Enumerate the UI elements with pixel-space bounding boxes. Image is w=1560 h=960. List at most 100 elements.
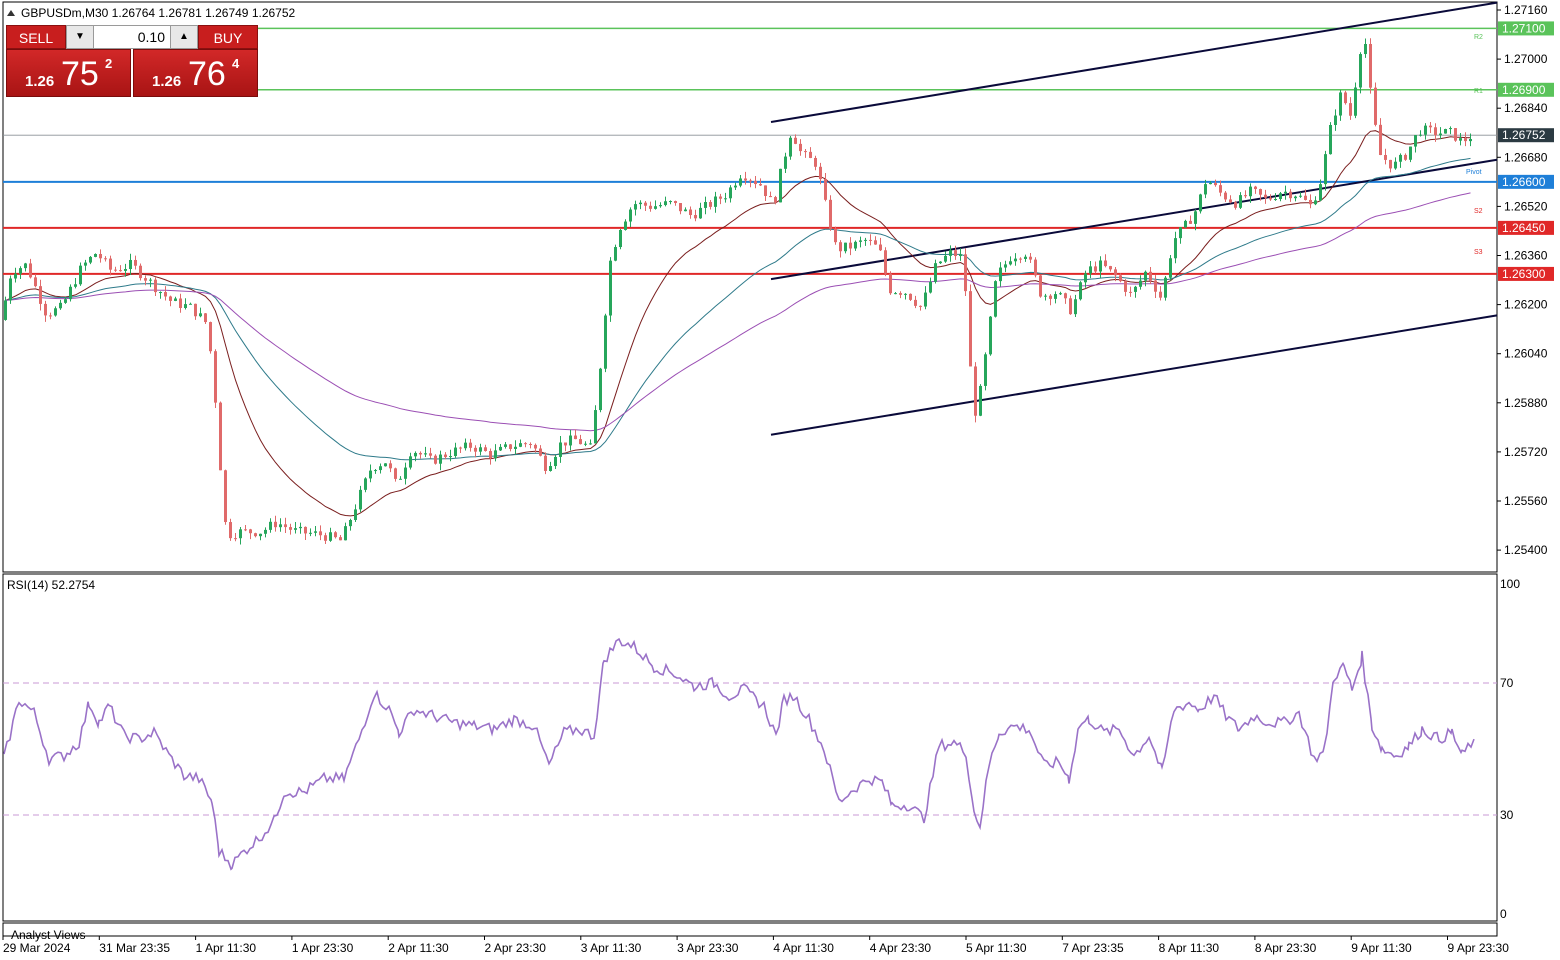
candle-body	[234, 538, 237, 540]
candle-body	[1244, 195, 1247, 197]
candle-body	[1419, 134, 1422, 136]
candle-body	[484, 447, 487, 452]
price-tick-label: 1.26680	[1504, 150, 1548, 164]
candle-body	[409, 456, 412, 468]
candle-body	[289, 527, 292, 530]
candle-body	[1299, 195, 1302, 197]
candle-body	[1224, 192, 1227, 200]
price-tick-label: 1.27160	[1504, 3, 1548, 17]
candle-body	[679, 203, 682, 212]
candle-body	[1094, 266, 1097, 272]
candle-body	[1144, 271, 1147, 281]
price-tick-label: 1.26520	[1504, 199, 1548, 213]
candle-body	[469, 442, 472, 448]
candle-body	[1034, 259, 1037, 276]
candle-body	[664, 201, 667, 206]
candle-body	[144, 278, 147, 281]
candle-body	[774, 197, 777, 203]
candle-body	[1214, 183, 1217, 186]
candle-body	[1334, 115, 1337, 125]
candle-body	[1434, 127, 1437, 136]
candle-body	[54, 308, 57, 316]
candle-body	[804, 151, 807, 153]
candle-body	[1469, 138, 1472, 142]
price-tick-label: 1.25560	[1504, 494, 1548, 508]
candle-body	[1044, 295, 1047, 297]
candle-body	[644, 202, 647, 206]
candle-body	[319, 531, 322, 536]
candle-body	[1029, 256, 1032, 260]
tag-s2: S2	[1474, 208, 1483, 215]
candle-body	[779, 168, 782, 203]
candle-body	[1024, 256, 1027, 259]
candle-body	[1454, 128, 1457, 141]
candle-body	[429, 453, 432, 456]
buy-price-button[interactable]: 1.26 76 4	[133, 49, 258, 97]
rsi-tick-label: 30	[1500, 808, 1514, 822]
candle-body	[874, 240, 877, 245]
sell-price-button[interactable]: 1.26 75 2	[6, 49, 131, 97]
candle-body	[584, 443, 587, 445]
time-tick-label: 1 Apr 23:30	[292, 941, 354, 955]
candle-body	[744, 178, 747, 181]
candle-body	[1124, 281, 1127, 292]
candle-body	[879, 244, 882, 251]
collapse-arrow-icon[interactable]	[7, 10, 15, 16]
candle-body	[1194, 211, 1197, 224]
chart-area[interactable]: 1.271601.270001.268401.266801.265201.263…	[0, 0, 1560, 960]
candle-body	[1174, 238, 1177, 259]
candle-body	[549, 466, 552, 471]
candle-body	[1179, 227, 1182, 239]
candle-body	[1314, 200, 1317, 205]
candle-body	[634, 204, 637, 210]
candle-body	[1394, 161, 1397, 169]
candle-body	[174, 298, 177, 301]
candle-body	[864, 239, 867, 241]
candle-body	[1089, 266, 1092, 274]
candle-body	[699, 207, 702, 219]
candle-body	[184, 304, 187, 309]
candle-body	[229, 522, 232, 539]
candle-body	[739, 178, 742, 186]
candle-body	[134, 259, 137, 266]
candle-body	[509, 444, 512, 449]
candle-body	[834, 228, 837, 243]
candle-body	[1414, 135, 1417, 147]
candle-body	[1369, 43, 1372, 88]
candle-body	[539, 448, 542, 456]
candle-body	[139, 265, 142, 279]
candle-body	[994, 281, 997, 317]
candle-body	[819, 166, 822, 180]
price-tick-label: 1.25400	[1504, 543, 1548, 557]
candle-body	[714, 196, 717, 207]
candle-body	[769, 196, 772, 198]
candle-body	[924, 292, 927, 307]
price-tick-label: 1.26200	[1504, 298, 1548, 312]
sell-price-prefix: 1.26	[25, 73, 55, 90]
candle-body	[759, 184, 762, 186]
candle-body	[129, 259, 132, 270]
candle-body	[709, 202, 712, 207]
candle-body	[1449, 128, 1452, 130]
candle-body	[1319, 184, 1322, 201]
candle-body	[1309, 199, 1312, 205]
sell-price-fraction: 2	[105, 56, 113, 71]
tag-pivot: Pivot	[1466, 169, 1482, 176]
candle-body	[364, 478, 367, 490]
lot-decrease-icon[interactable]: ▼	[67, 26, 94, 48]
candle-body	[1149, 271, 1152, 281]
lot-increase-icon[interactable]: ▲	[170, 26, 197, 48]
candle-body	[259, 533, 262, 537]
candle-body	[169, 296, 172, 301]
buy-button[interactable]: BUY	[198, 25, 258, 49]
lot-size-value[interactable]: 0.10	[95, 26, 169, 48]
candle-body	[694, 215, 697, 219]
candle-body	[394, 468, 397, 479]
candle-body	[949, 250, 952, 256]
candle-body	[849, 242, 852, 249]
candle-body	[89, 256, 92, 263]
lot-size-field[interactable]: ▼ 0.10 ▲	[66, 25, 198, 49]
sell-button[interactable]: SELL	[6, 25, 66, 49]
candle-body	[344, 526, 347, 541]
candle-body	[859, 240, 862, 242]
